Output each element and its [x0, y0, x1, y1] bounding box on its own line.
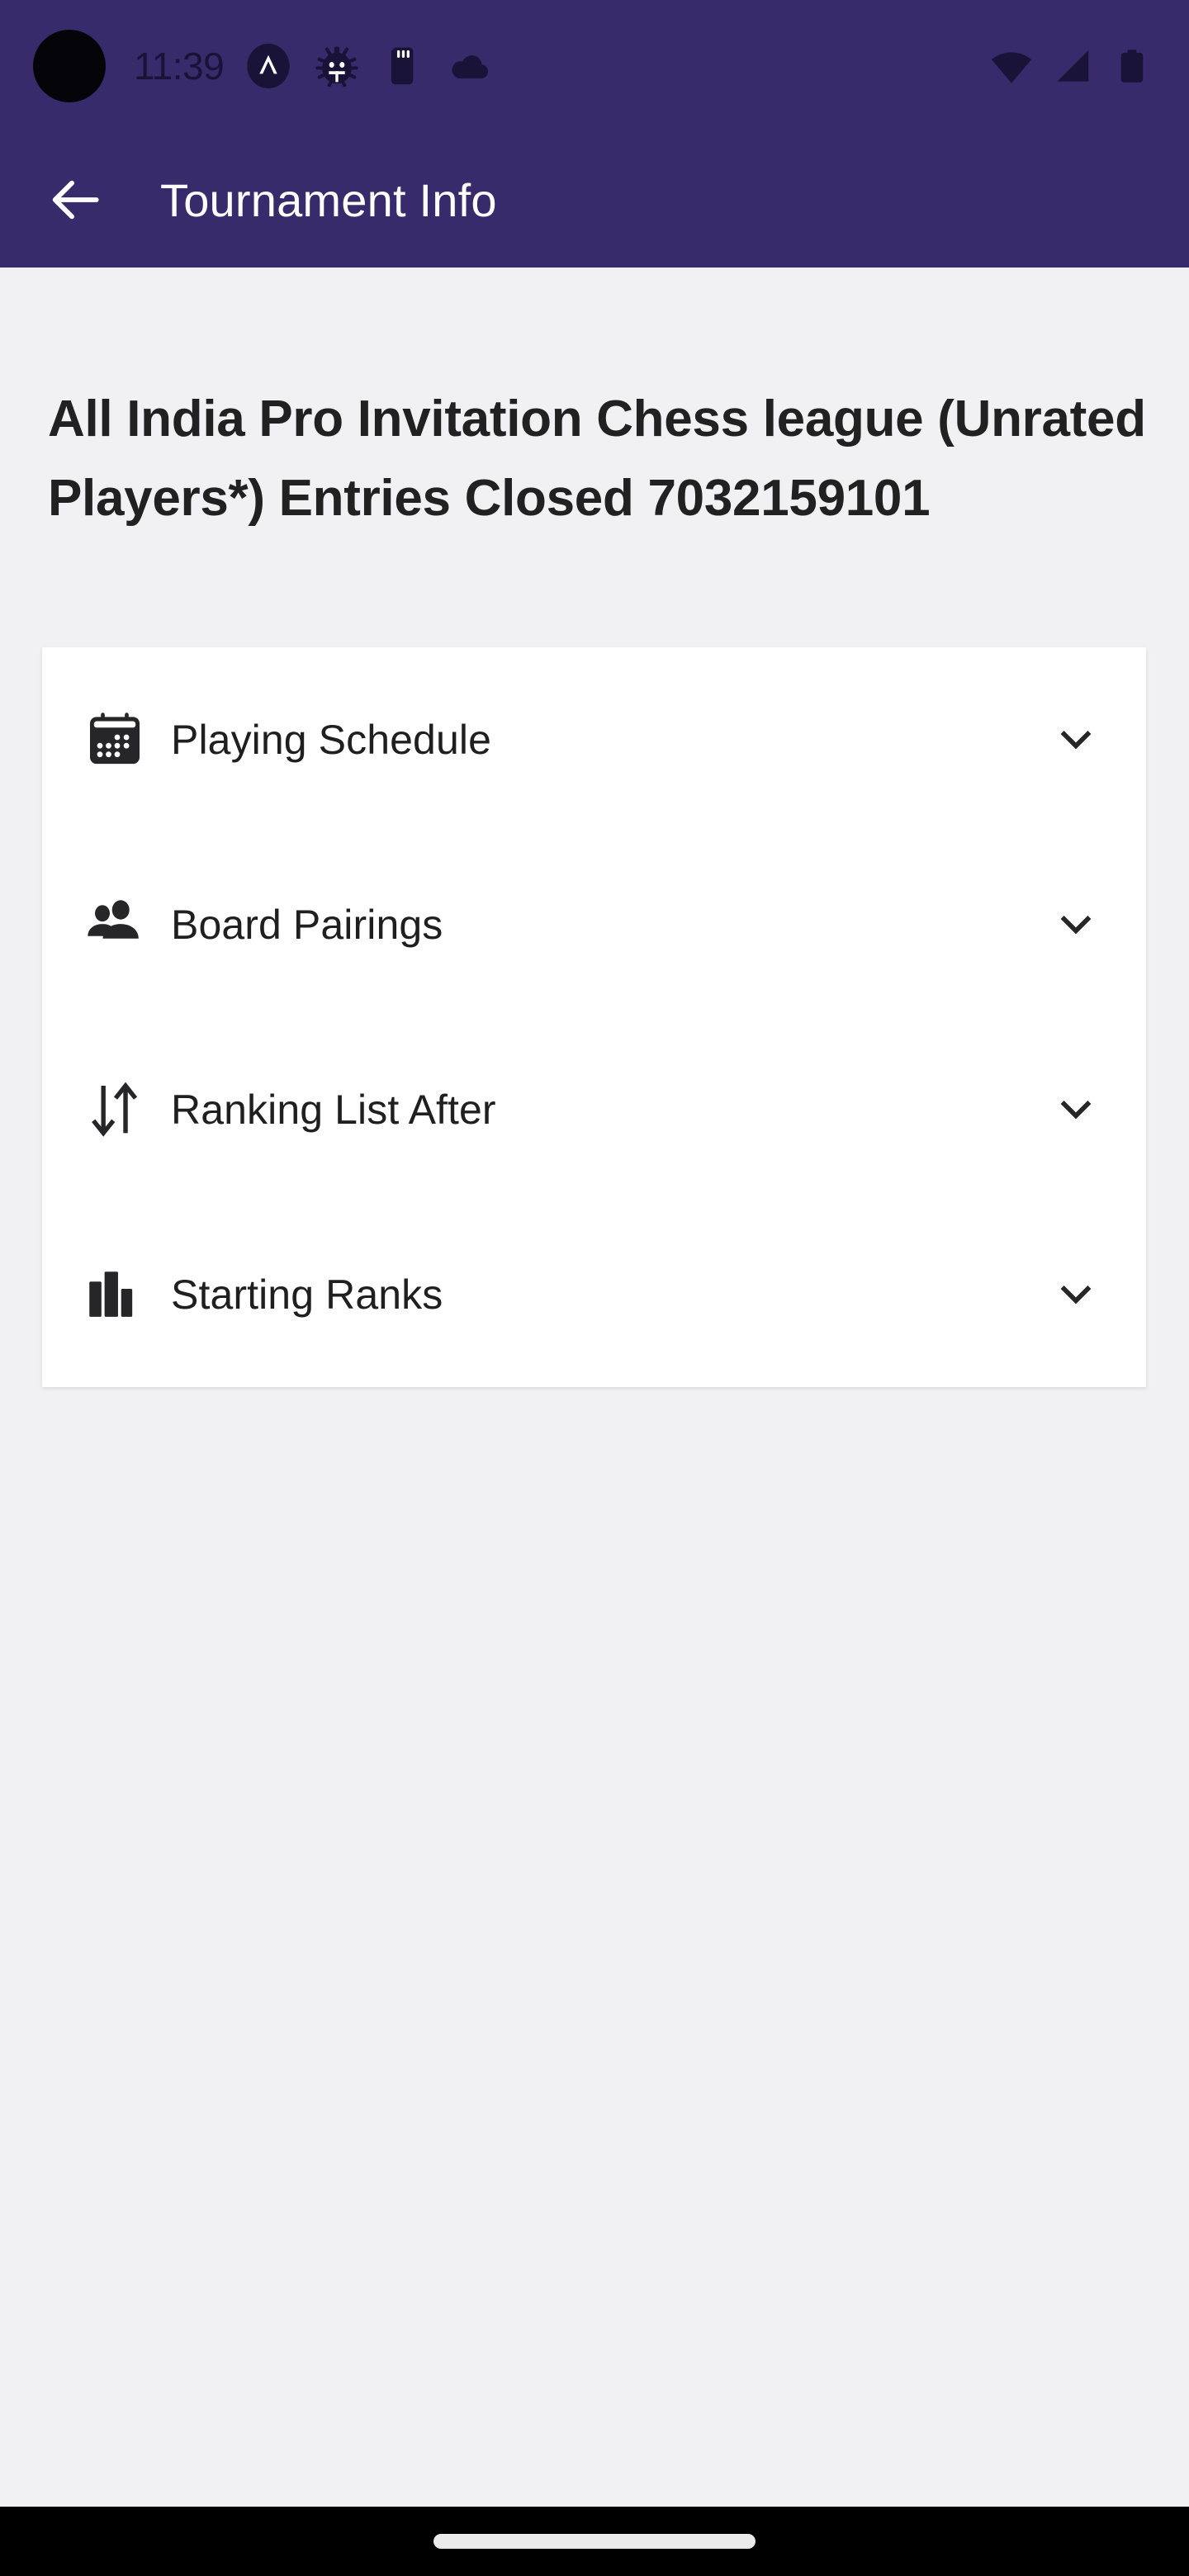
expand-toggle[interactable]	[1006, 902, 1146, 947]
section-row-label: Starting Ranks	[171, 1271, 443, 1318]
battery-icon	[1120, 50, 1144, 83]
app-bar-title: Tournament Info	[160, 173, 497, 226]
chevron-down-icon	[1060, 1286, 1092, 1305]
back-arrow-icon	[52, 180, 99, 220]
bar-chart-icon	[89, 1271, 133, 1317]
section-row-ranking-list-after[interactable]: Ranking List After	[42, 1017, 1146, 1202]
debug-bug-icon	[315, 46, 358, 88]
status-bar-clock: 11:39	[134, 45, 225, 88]
wifi-icon	[991, 52, 1032, 83]
people-group-icon	[88, 900, 139, 939]
app-bar: Tournament Info	[0, 132, 1189, 268]
system-navigation-bar	[0, 2507, 1189, 2576]
cellular-signal-icon	[1057, 50, 1089, 82]
row-leading-icon	[85, 1266, 164, 1324]
camera-punchhole-icon	[33, 30, 106, 102]
status-bar-left: 11:39	[0, 30, 989, 102]
section-row-label: Ranking List After	[171, 1087, 496, 1133]
expand-toggle[interactable]	[1006, 717, 1146, 762]
section-row-label: Playing Schedule	[171, 717, 491, 763]
section-row-label: Board Pairings	[171, 902, 443, 948]
cloud-icon	[452, 55, 489, 78]
calendar-icon	[90, 713, 140, 765]
expand-toggle[interactable]	[1006, 1272, 1146, 1317]
home-indicator[interactable]	[433, 2534, 756, 2549]
sort-arrows-icon	[92, 1082, 138, 1137]
section-row-playing-schedule[interactable]: Playing Schedule	[42, 647, 1146, 832]
chevron-down-icon	[1060, 916, 1092, 935]
sd-card-icon	[391, 47, 414, 85]
back-button[interactable]	[26, 150, 126, 249]
row-leading-icon	[85, 710, 164, 769]
section-row-starting-ranks[interactable]: Starting Ranks	[42, 1202, 1146, 1387]
row-leading-icon	[85, 1079, 164, 1140]
row-leading-icon	[85, 895, 164, 954]
status-bar: 11:39	[0, 0, 1189, 132]
chevron-down-icon	[1060, 1101, 1092, 1120]
app-caret-icon	[247, 43, 290, 89]
status-bar-right	[989, 44, 1189, 88]
phone-screen: 11:39 Tournament Info All India Pro Invi…	[0, 0, 1189, 2576]
tournament-sections-card: Playing Schedule Board Pairings Ranking …	[42, 647, 1146, 1387]
expand-toggle[interactable]	[1006, 1087, 1146, 1132]
section-row-board-pairings[interactable]: Board Pairings	[42, 832, 1146, 1017]
chevron-down-icon	[1060, 731, 1092, 750]
page-title: All India Pro Invitation Chess league (U…	[48, 391, 1146, 527]
